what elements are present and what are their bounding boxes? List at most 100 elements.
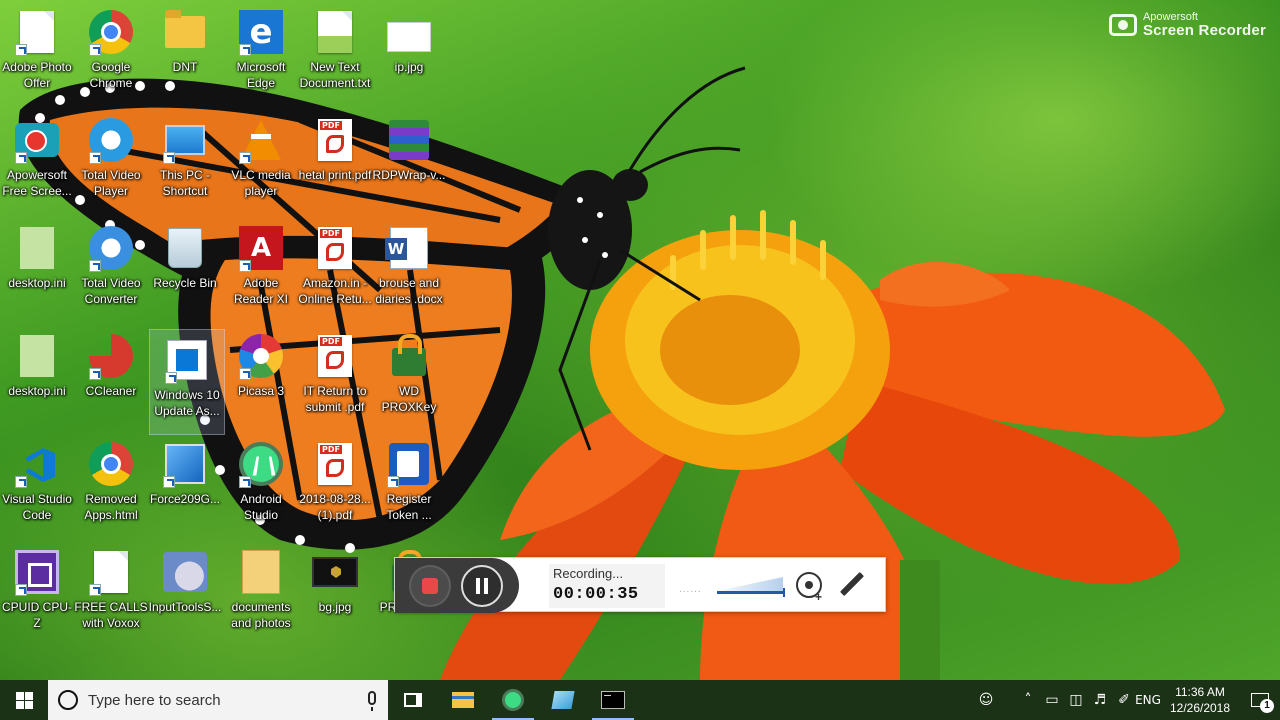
desktop-icon-adobe-reader[interactable]: A Adobe Reader XI <box>224 218 298 322</box>
desktop-icon-recycle-bin[interactable]: Recycle Bin <box>148 218 222 322</box>
recording-controls <box>395 558 519 613</box>
stop-icon <box>422 577 438 594</box>
document-folder-icon <box>242 550 280 594</box>
notification-count-badge: 1 <box>1260 699 1274 713</box>
pen-workspace-icon[interactable]: ✐ <box>1112 680 1136 720</box>
desktop-icon-2018-pdf[interactable]: PDF 2018-08-28... (1).pdf <box>298 434 372 538</box>
watermark-product: Screen Recorder <box>1142 22 1266 39</box>
people-icon[interactable]: ☺ <box>974 680 998 720</box>
search-input[interactable] <box>88 691 348 709</box>
text-file-icon <box>318 11 352 53</box>
start-button[interactable] <box>0 680 48 720</box>
folder-icon <box>165 10 205 48</box>
desktop-icon-this-pc[interactable]: This PC - Shortcut <box>148 110 222 214</box>
desktop-icon-inputtools[interactable]: InputToolsS... <box>148 542 222 646</box>
pause-recording-button[interactable] <box>461 564 503 607</box>
desktop-icon-removed-apps[interactable]: Removed Apps.html <box>74 434 148 538</box>
winrar-archive-icon <box>389 120 429 160</box>
microphone-icon[interactable] <box>368 691 376 711</box>
desktop-icon-bg-jpg[interactable]: bg.jpg <box>298 542 372 646</box>
desktop-icon-vscode[interactable]: Visual Studio Code <box>0 434 74 538</box>
desktop-icon-register-token[interactable]: Register Token ... <box>372 434 446 538</box>
chrome-icon <box>89 442 133 486</box>
taskbar: ☺ ˄ ▭ ◫ ♬ ✐ ENG 11:36 AM 12/26/2018 1 <box>0 680 1280 720</box>
image-file-icon <box>387 22 431 52</box>
pen-icon[interactable] <box>837 570 865 598</box>
pause-icon <box>476 577 480 594</box>
file-explorer-icon <box>452 692 474 708</box>
image-file-icon <box>312 557 358 587</box>
show-hidden-icons-chevron-icon[interactable]: ˄ <box>1016 680 1040 720</box>
battery-icon[interactable]: ▭ <box>1040 680 1064 720</box>
task-view-button[interactable] <box>388 680 438 720</box>
recording-status: Recording... 00:00:35 <box>549 564 665 608</box>
app-icon <box>551 691 575 709</box>
taskbar-file-explorer[interactable] <box>438 680 488 720</box>
desktop-icon-total-video-player[interactable]: Total Video Player <box>74 110 148 214</box>
taskbar-command-prompt[interactable] <box>588 680 638 720</box>
system-tray: ☺ ˄ ▭ ◫ ♬ ✐ ENG 11:36 AM 12/26/2018 1 <box>974 680 1280 720</box>
desktop-icon-picasa[interactable]: Picasa 3 <box>224 326 298 430</box>
command-prompt-icon <box>601 691 625 709</box>
recording-toolbar: Recording... 00:00:35 ...... + <box>394 557 886 613</box>
desktop-icon-documents-photos[interactable]: documents and photos <box>224 542 298 646</box>
audio-volume-slider[interactable] <box>717 576 785 597</box>
desktop-icon-free-calls-voxox[interactable]: FREE CALLS with Voxox <box>74 542 148 646</box>
input-language-indicator[interactable]: ENG <box>1135 680 1161 720</box>
desktop-icon-ip-jpg[interactable]: ip.jpg <box>372 2 446 106</box>
desktop-icon-wd-proxkey[interactable]: WD PROXKey <box>372 326 446 430</box>
desktop-icon-rdpwrap[interactable]: RDPWrap-v... <box>372 110 446 214</box>
pdf-icon: PDF <box>318 335 352 377</box>
android-studio-icon <box>502 689 524 711</box>
desktop-icon-total-video-converter[interactable]: Total Video Converter <box>74 218 148 322</box>
desktop-icon-desktop-ini-1[interactable]: desktop.ini <box>0 218 74 322</box>
pdf-icon: PDF <box>318 119 352 161</box>
taskbar-android-studio[interactable] <box>488 680 538 720</box>
desktop-icon-amazon-pdf[interactable]: PDF Amazon.in - Online Retu... <box>298 218 372 322</box>
word-document-icon <box>385 227 428 269</box>
network-icon[interactable]: ◫ <box>1064 680 1088 720</box>
stop-recording-button[interactable] <box>409 564 451 607</box>
desktop-icon-new-text-document[interactable]: New Text Document.txt <box>298 2 372 106</box>
this-pc-icon <box>165 125 205 155</box>
settings-file-icon <box>20 227 54 269</box>
webcam-plus-glyph: + <box>815 590 823 604</box>
desktop-icon-brouse-docx[interactable]: brouse and diaries .docx <box>372 218 446 322</box>
taskbar-clock[interactable]: 11:36 AM 12/26/2018 <box>1160 684 1240 716</box>
desktop-icon-ccleaner[interactable]: CCleaner <box>74 326 148 430</box>
settings-file-icon <box>20 335 54 377</box>
taskbar-search-box[interactable] <box>48 680 388 720</box>
desktop-icon-dnt[interactable]: DNT <box>148 2 222 106</box>
recycle-bin-icon <box>168 228 202 268</box>
task-view-icon <box>404 693 422 707</box>
screen-recorder-watermark: Apowersoft Screen Recorder <box>1108 12 1266 39</box>
desktop-icon-apowersoft[interactable]: Apowersoft Free Scree... <box>0 110 74 214</box>
desktop-icon-windows-update[interactable]: Windows 10 Update As... <box>149 329 225 435</box>
clock-time: 11:36 AM <box>1175 685 1225 699</box>
pdf-icon: PDF <box>318 443 352 485</box>
desktop-icon-microsoft-edge[interactable]: e Microsoft Edge <box>224 2 298 106</box>
lock-icon <box>392 334 426 376</box>
cortana-icon <box>58 690 78 710</box>
recording-dots: ...... <box>679 584 702 595</box>
pdf-icon: PDF <box>318 227 352 269</box>
action-center-button[interactable]: 1 <box>1240 680 1280 720</box>
flower-stem <box>900 560 940 680</box>
volume-icon[interactable]: ♬ <box>1088 680 1112 720</box>
disc-installer-icon <box>163 552 207 592</box>
desktop-icon-hetal-print-pdf[interactable]: PDF hetal print.pdf <box>298 110 372 214</box>
desktop-icon-cpu-z[interactable]: CPUID CPU-Z <box>0 542 74 646</box>
recording-elapsed-time: 00:00:35 <box>553 585 639 604</box>
desktop-icon-android-studio[interactable]: Android Studio <box>224 434 298 538</box>
desktop-icon-vlc[interactable]: VLC media player <box>224 110 298 214</box>
recorder-logo-icon <box>1108 14 1137 36</box>
desktop-icon-force209g[interactable]: Force209G... <box>148 434 222 538</box>
windows-logo-icon <box>15 691 33 709</box>
taskbar-app[interactable] <box>538 680 588 720</box>
desktop-icon-google-chrome[interactable]: Google Chrome <box>74 2 148 106</box>
clock-date: 12/26/2018 <box>1169 701 1231 715</box>
recording-status-label: Recording... <box>553 566 624 581</box>
desktop-icon-it-return-pdf[interactable]: PDF IT Return to submit .pdf <box>298 326 372 430</box>
desktop-icon-adobe-photo-offer[interactable]: Adobe Photo Offer <box>0 2 74 106</box>
desktop-icon-desktop-ini-2[interactable]: desktop.ini <box>0 326 74 430</box>
